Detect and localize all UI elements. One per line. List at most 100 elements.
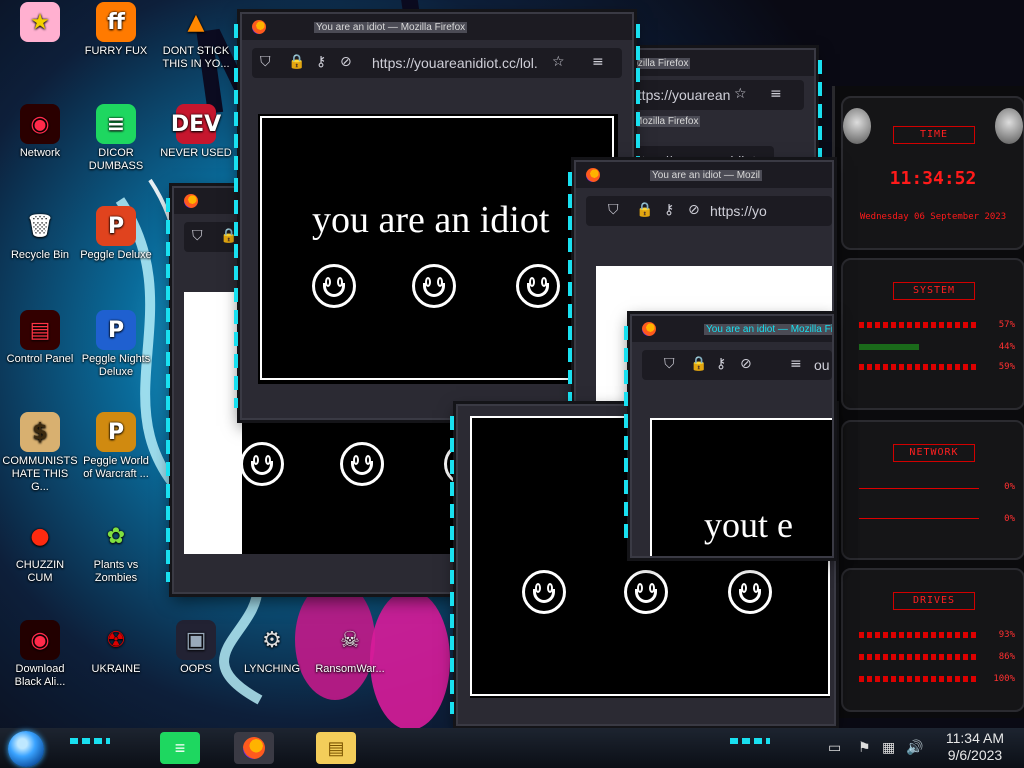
desktop-icon[interactable]: ☠ RansomWar... <box>312 620 388 676</box>
shield-icon[interactable]: ⛉ <box>260 54 271 70</box>
url-text[interactable]: https://youareanidiot.cc/lol. <box>372 55 544 71</box>
desktop-icon-label: OOPS <box>180 663 212 675</box>
desktop-icon[interactable]: ◉ Network <box>2 104 78 160</box>
system-clock[interactable]: 11:34 AM 9/6/2023 <box>946 730 1004 764</box>
menu-icon[interactable]: ≡ <box>790 356 802 372</box>
page-content: you are an idiot <box>258 114 618 384</box>
desktop-icon[interactable]: ● CHUZZIN CUM <box>2 516 78 585</box>
shield-icon[interactable]: ⛉ <box>664 356 675 372</box>
desktop-icon-label: CHUZZIN CUM <box>15 559 65 584</box>
firefox-window[interactable]: You are an idiot — Mozilla Firefox ⛉ 🔒 ⚷… <box>624 314 834 558</box>
desktop-icon[interactable]: P Peggle Deluxe <box>78 206 154 262</box>
desktop-icon[interactable]: ✿ Plants vs Zombies <box>78 516 154 585</box>
permissions-icon[interactable]: ⚷ <box>316 54 326 70</box>
desktop-icon[interactable]: P Peggle World of Warcraft ... <box>78 412 154 481</box>
app-icon: $ <box>20 412 60 452</box>
app-icon: DEV <box>171 104 221 144</box>
desktop-icon[interactable]: ff FURRY FUX <box>78 2 154 58</box>
app-icon: P <box>96 412 136 452</box>
desktop-icon[interactable]: ☢ UKRAINE <box>78 620 154 676</box>
shield-icon[interactable]: ⛉ <box>192 228 203 244</box>
desktop-icon[interactable]: ▤ Control Panel <box>2 310 78 366</box>
desktop-icon-label: Peggle Deluxe <box>80 249 152 261</box>
smiley-icon <box>312 264 356 308</box>
window-titlebar[interactable]: You are an idiot — Mozil <box>576 162 832 188</box>
menu-icon[interactable]: ≡ <box>592 54 604 70</box>
smiley-icon <box>412 264 456 308</box>
disk-bar <box>859 364 979 370</box>
tracking-off-icon[interactable]: ⊘ <box>688 202 700 218</box>
window-title: You are an idiot — Mozilla Firefox <box>704 324 832 335</box>
spotify-taskbar-button[interactable]: ≡ <box>160 732 200 764</box>
tracking-off-icon[interactable]: ⊘ <box>340 54 352 70</box>
taskbar-trim <box>730 738 770 744</box>
desktop-icon-label: Plants vs Zombies <box>93 559 139 584</box>
ram-bar <box>859 344 919 350</box>
flag-icon[interactable]: ⚑ <box>858 740 871 756</box>
firefox-icon <box>184 194 198 208</box>
permissions-icon[interactable]: ⚷ <box>716 356 726 372</box>
lock-icon[interactable]: 🔒 <box>636 202 653 218</box>
app-icon: ● <box>30 523 50 549</box>
desktop-icon-label: COMMUNISTS HATE THIS G... <box>2 455 78 493</box>
network-icon[interactable]: ▦ <box>882 740 895 756</box>
address-bar[interactable]: ⛉ 🔒 ⚷ ⊘ https://yo <box>586 196 832 226</box>
firefox-taskbar-button[interactable] <box>234 732 274 764</box>
volume-icon[interactable]: 🔊 <box>906 740 923 756</box>
file-explorer-taskbar-button[interactable]: ▤ <box>316 732 356 764</box>
monitor-icon[interactable]: ▭ <box>828 740 841 756</box>
system-gadget: SYSTEM 57% 44% 59% <box>841 258 1024 410</box>
smiley-icon <box>240 442 284 486</box>
desktop-icon-label: Network <box>19 147 61 159</box>
network-pct: 0% <box>1004 482 1015 492</box>
desktop-icon-label: RansomWar... <box>315 663 385 675</box>
network-graph <box>859 518 979 519</box>
desktop-icon[interactable]: ★ <box>2 2 78 45</box>
desktop-icon[interactable]: P Peggle Nights Deluxe <box>78 310 154 379</box>
desktop-icon[interactable]: ▲ DONT STICK THIS IN YO... <box>158 2 234 71</box>
alien-icon <box>995 108 1023 144</box>
app-icon: ★ <box>20 2 60 42</box>
firefox-icon <box>642 322 656 336</box>
desktop-icon[interactable]: ⚙ LYNCHING <box>234 620 310 676</box>
window-titlebar[interactable]: You are an idiot — Mozilla Firefox <box>632 316 832 342</box>
star-icon[interactable]: ☆ <box>734 86 747 102</box>
smiley-icon <box>728 570 772 614</box>
desktop-icon[interactable]: 🗑 Recycle Bin <box>2 206 78 262</box>
start-button[interactable] <box>8 731 44 767</box>
tracking-off-icon[interactable]: ⊘ <box>740 356 752 372</box>
drive-bar <box>859 632 979 638</box>
url-text[interactable]: https://yo <box>710 203 830 219</box>
url-text[interactable]: ou <box>814 357 838 373</box>
date-value: Wednesday 06 September 2023 <box>859 212 1007 222</box>
idiot-text: you are an idiot <box>312 199 550 241</box>
address-bar[interactable]: ⛉ 🔒 ⚷ ⊘ ≡ ou <box>642 350 832 380</box>
desktop-icon-label: NEVER USED <box>160 147 232 159</box>
shield-icon[interactable]: ⛉ <box>608 202 619 218</box>
star-icon[interactable]: ☆ <box>552 54 565 70</box>
desktop-icon-label: Control Panel <box>6 353 74 365</box>
desktop-icon[interactable]: ≡ DICOR DUMBASS <box>78 104 154 173</box>
lock-icon[interactable]: 🔒 <box>690 356 707 372</box>
drive-bar <box>859 654 979 660</box>
permissions-icon[interactable]: ⚷ <box>664 202 674 218</box>
url-text[interactable]: https://youareanidiot.cc/lol. <box>630 87 730 103</box>
desktop-icon-label: Download Black Ali... <box>14 663 66 688</box>
address-bar[interactable]: https://youareanidiot.cc/lol. ☆ ≡ <box>622 80 804 110</box>
desktop-icon[interactable]: ▣ OOPS <box>158 620 234 676</box>
desktop-icon[interactable]: ◉ Download Black Ali... <box>2 620 78 689</box>
firefox-icon <box>586 168 600 182</box>
desktop-icon-label: LYNCHING <box>243 663 301 675</box>
desktop-icon[interactable]: DEV NEVER USED <box>158 104 234 160</box>
app-icon: ⚙ <box>262 627 282 653</box>
drive-pct: 86% <box>998 652 1015 662</box>
app-icon: P <box>96 206 136 246</box>
menu-icon[interactable]: ≡ <box>770 86 782 102</box>
desktop-icon[interactable]: $ COMMUNISTS HATE THIS G... <box>2 412 78 494</box>
clock-date: 9/6/2023 <box>947 747 1003 763</box>
firefox-icon <box>252 20 266 34</box>
system-pct: 59% <box>998 362 1015 372</box>
window-titlebar[interactable]: You are an idiot — Mozilla Firefox <box>242 14 632 40</box>
lock-icon[interactable]: 🔒 <box>288 54 305 70</box>
address-bar[interactable]: ⛉ 🔒 ⚷ ⊘ https://youareanidiot.cc/lol. ☆ … <box>252 48 622 78</box>
